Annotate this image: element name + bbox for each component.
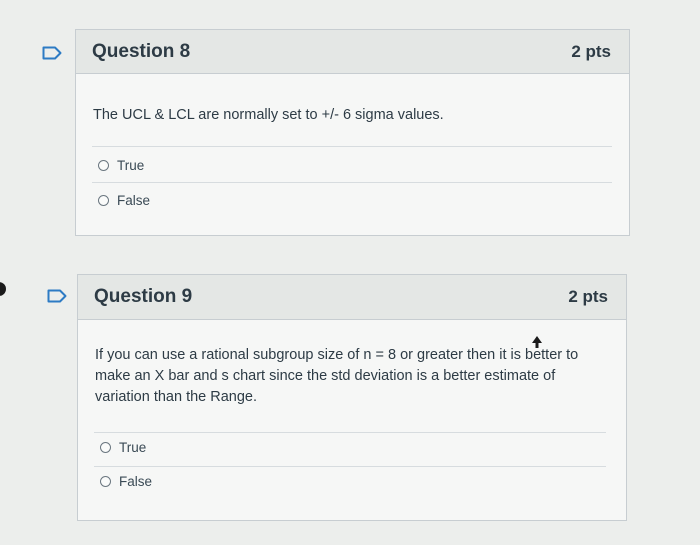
answer-label: False	[117, 193, 151, 208]
answer-true[interactable]: True	[98, 158, 144, 173]
answer-true[interactable]: True	[100, 440, 146, 455]
question-points: 2 pts	[568, 287, 608, 306]
flag-question-8-icon[interactable]	[42, 46, 62, 60]
mouse-pointer-icon	[531, 335, 543, 354]
radio-button[interactable]	[98, 195, 109, 206]
divider	[92, 182, 612, 183]
answer-label: True	[119, 440, 147, 455]
question-title: Question 9	[94, 286, 193, 307]
notification-badge	[0, 282, 6, 296]
divider	[92, 146, 612, 147]
answer-false[interactable]: False	[100, 474, 152, 489]
answer-false[interactable]: False	[98, 193, 150, 208]
divider	[94, 466, 606, 467]
question-9-card: Question 9 2 pts If you can use a ration…	[77, 274, 627, 521]
radio-button[interactable]	[98, 160, 109, 171]
question-8-card: Question 8 2 pts The UCL & LCL are norma…	[75, 29, 630, 236]
question-9-header: Question 9 2 pts	[78, 275, 626, 320]
radio-button[interactable]	[100, 476, 111, 487]
answer-label: True	[117, 158, 145, 173]
flag-question-9-icon[interactable]	[47, 289, 67, 303]
question-text: The UCL & LCL are normally set to +/- 6 …	[93, 107, 444, 123]
question-title: Question 8	[92, 40, 191, 62]
question-8-header: Question 8 2 pts	[76, 30, 629, 74]
divider	[94, 432, 606, 433]
question-points: 2 pts	[571, 41, 611, 61]
question-text: If you can use a rational subgroup size …	[95, 347, 579, 405]
radio-button[interactable]	[100, 442, 111, 453]
answer-label: False	[119, 474, 153, 489]
